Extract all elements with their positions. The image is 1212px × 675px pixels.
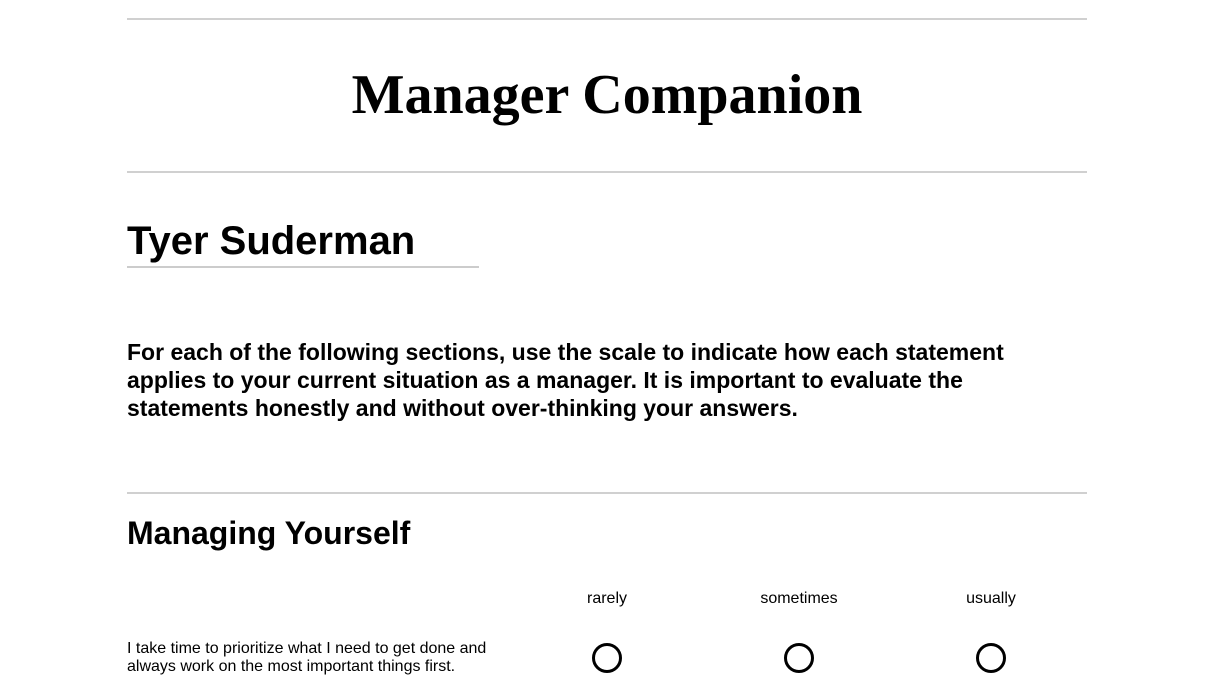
header-divider (127, 171, 1087, 173)
scale-label-rarely: rarely (586, 590, 627, 607)
instructions-text: For each of the following sections, use … (127, 339, 1004, 421)
statement-text: I take time to prioritize what I need to… (127, 640, 487, 675)
manager-name-input[interactable] (127, 218, 479, 268)
top-divider (127, 18, 1087, 20)
app-title: Manager Companion (351, 64, 863, 126)
radio-usually[interactable] (976, 643, 1006, 673)
scale-label-usually: usually (966, 590, 1016, 607)
radio-sometimes[interactable] (784, 643, 814, 673)
manager-name-field-wrapper (127, 218, 479, 268)
section-title-managing-yourself: Managing Yourself (127, 515, 411, 551)
page: Manager Companion For each of the follow… (0, 0, 1212, 675)
scale-label-sometimes: sometimes (760, 590, 838, 607)
section-divider (127, 492, 1087, 494)
radio-rarely[interactable] (592, 643, 622, 673)
